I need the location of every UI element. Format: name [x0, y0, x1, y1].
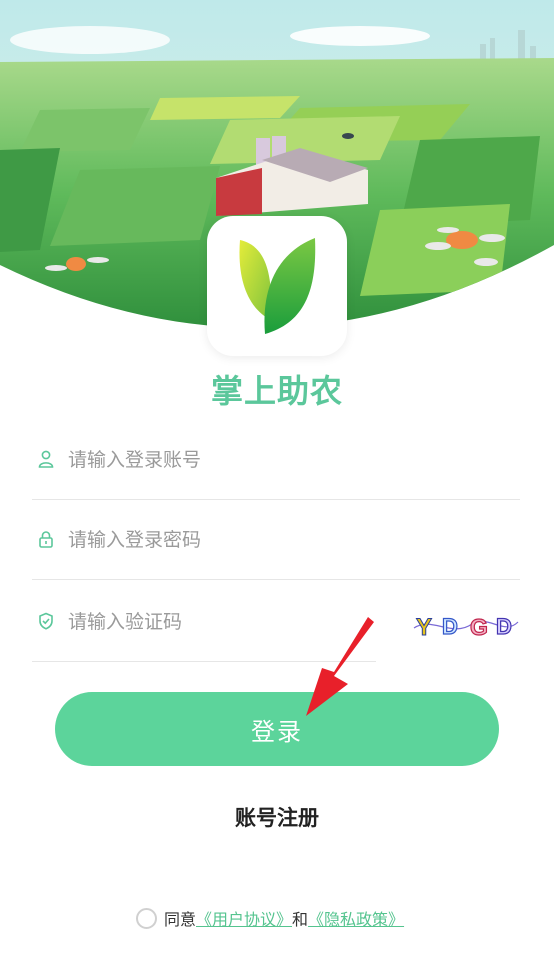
password-input[interactable] — [66, 524, 510, 556]
account-field-row — [32, 420, 520, 500]
app-name: 掌上助农 — [210, 372, 343, 410]
register-link[interactable]: 账号注册 — [235, 806, 319, 830]
shield-icon — [39, 612, 53, 630]
account-input[interactable] — [66, 444, 510, 476]
captcha-char: Y — [416, 614, 432, 641]
captcha-image[interactable]: Y D G D — [412, 608, 520, 644]
leaf-logo-icon — [239, 238, 316, 334]
login-button[interactable]: 登录 — [55, 692, 499, 766]
captcha-char: G — [470, 614, 488, 640]
privacy-policy-link[interactable]: 《隐私政策》 — [308, 910, 404, 929]
register-row: 账号注册 — [0, 802, 554, 832]
user-agreement-link[interactable]: 《用户协议》 — [196, 910, 292, 929]
lock-icon — [39, 531, 53, 548]
password-field-row — [32, 500, 520, 580]
user-icon — [38, 450, 54, 468]
agreement-row: 同意《用户协议》和《隐私政策》 — [136, 906, 404, 932]
captcha-char: D — [442, 614, 458, 639]
captcha-field-row — [32, 582, 376, 662]
agree-radio[interactable] — [136, 907, 157, 929]
app-logo — [207, 216, 347, 356]
captcha-char: D — [496, 614, 512, 639]
captcha-input[interactable] — [66, 606, 370, 638]
agree-conjunction: 和 — [292, 910, 309, 929]
agree-prefix: 同意 — [164, 910, 197, 929]
